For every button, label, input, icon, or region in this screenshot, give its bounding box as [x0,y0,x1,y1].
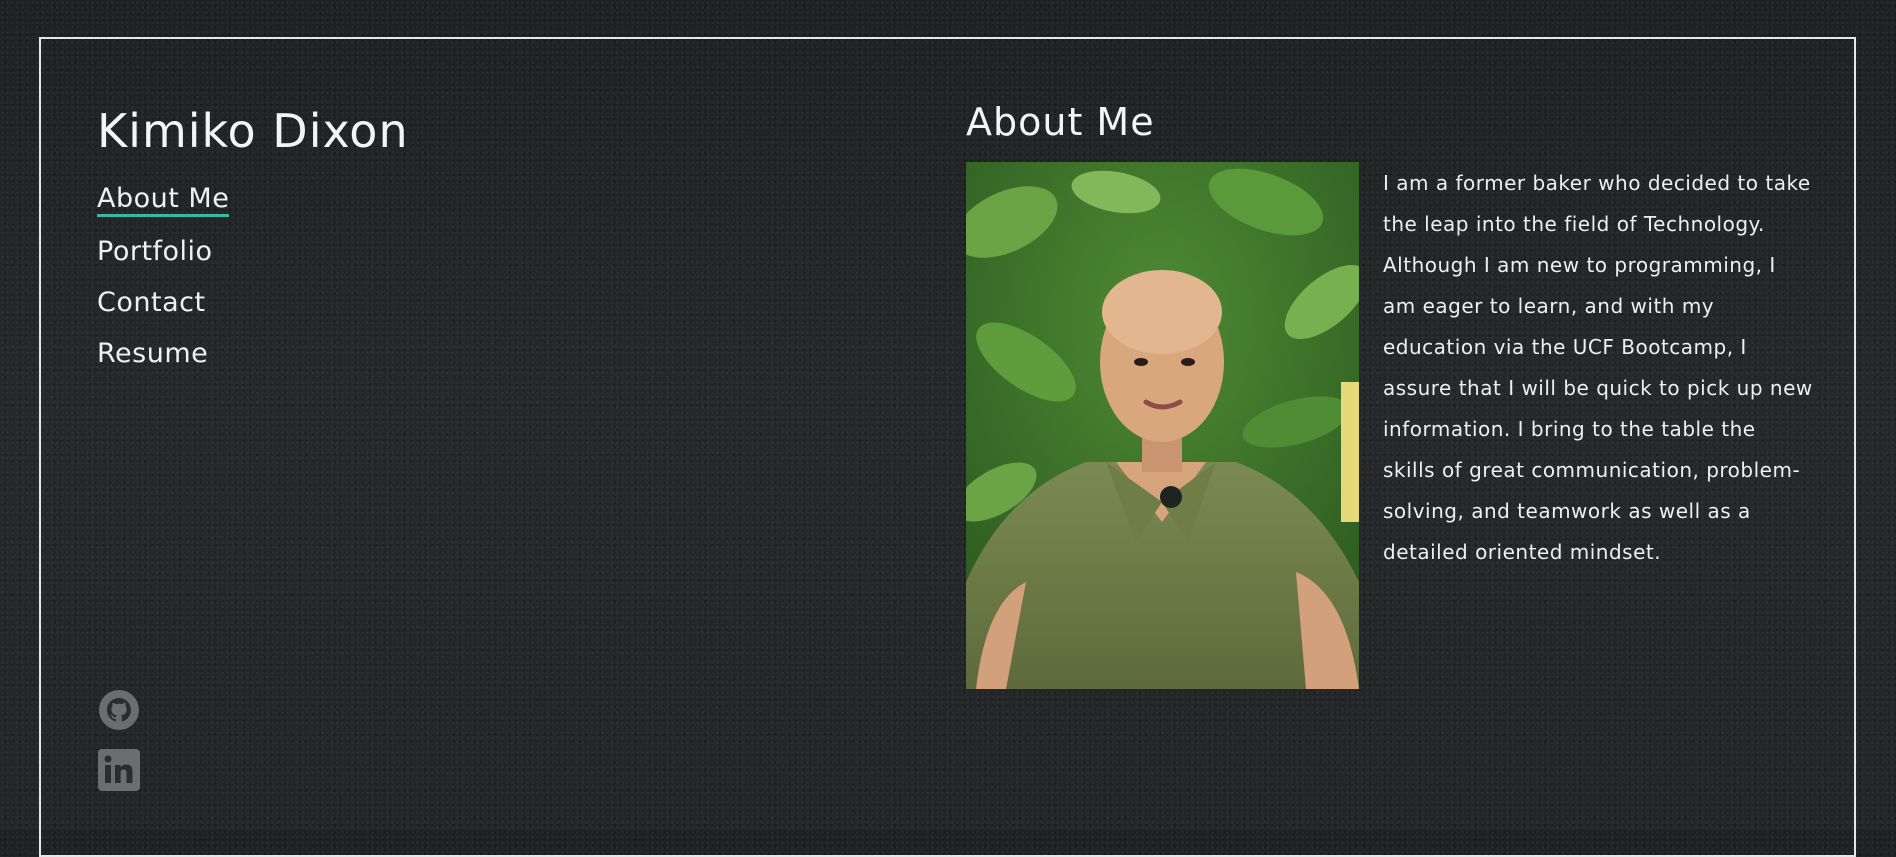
linkedin-icon [98,749,140,791]
nav-link-resume[interactable]: Resume [97,337,208,371]
github-icon [99,690,139,730]
nav-link-about[interactable]: About Me [97,184,230,217]
linkedin-link[interactable] [98,749,140,791]
nav-link-portfolio[interactable]: Portfolio [97,235,213,269]
site-name: Kimiko Dixon [97,104,409,158]
about-title: About Me [966,100,1155,144]
github-link[interactable] [98,689,140,731]
profile-photo [966,162,1359,689]
main-nav: About Me Portfolio Contact Resume [97,184,230,388]
nav-link-contact[interactable]: Contact [97,286,206,320]
about-bio: I am a former baker who decided to take … [1383,171,1813,564]
